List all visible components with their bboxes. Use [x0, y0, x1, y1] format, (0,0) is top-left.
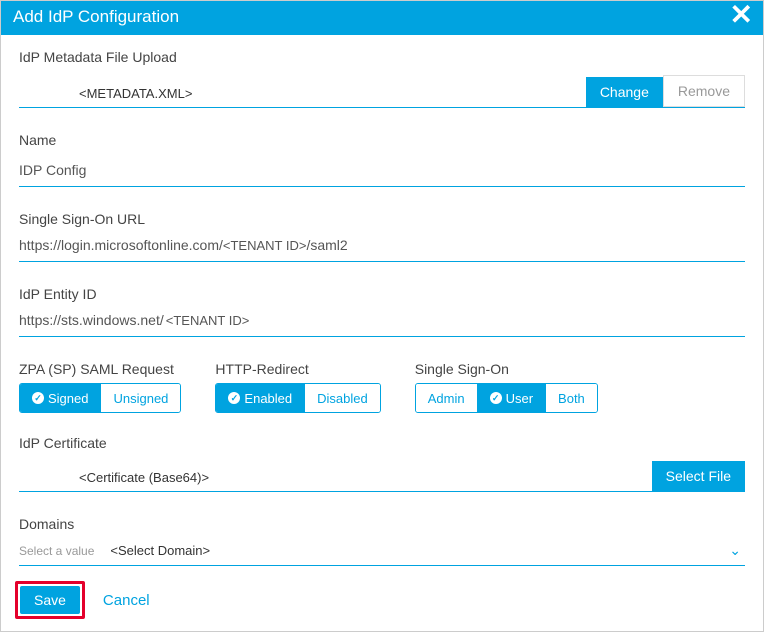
entity-id-value: https://sts.windows.net/ <TENANT ID> [19, 312, 745, 337]
save-button[interactable]: Save [20, 586, 80, 614]
entity-id-section: IdP Entity ID https://sts.windows.net/ <… [19, 286, 745, 337]
entity-id-prefix: https://sts.windows.net/ [19, 312, 166, 328]
certificate-section: IdP Certificate <Certificate (Base64)> S… [19, 435, 745, 492]
sso-admin-option[interactable]: Admin [416, 384, 478, 412]
sso-user-option[interactable]: User [478, 384, 546, 412]
sso-url-section: Single Sign-On URL https://login.microso… [19, 211, 745, 262]
close-icon[interactable]: ✕ [730, 0, 753, 31]
saml-request-label: ZPA (SP) SAML Request [19, 361, 181, 377]
saml-signed-option[interactable]: Signed [20, 384, 101, 412]
sso-url-prefix: https://login.microsoftonline.com/ [19, 237, 223, 253]
name-section: Name [19, 132, 745, 187]
domains-label: Domains [19, 516, 745, 532]
modal-body: IdP Metadata File Upload <METADATA.XML> … [1, 35, 763, 575]
http-redirect-label: HTTP-Redirect [215, 361, 380, 377]
name-label: Name [19, 132, 745, 148]
idp-config-modal: Add IdP Configuration ✕ IdP Metadata Fil… [0, 0, 764, 632]
sso-url-token: <TENANT ID> [223, 237, 307, 253]
sso-group: Single Sign-On Admin User Both [415, 361, 598, 413]
cancel-link[interactable]: Cancel [103, 592, 150, 609]
modal-header: Add IdP Configuration ✕ [1, 1, 763, 35]
name-input[interactable] [19, 158, 745, 187]
metadata-label: IdP Metadata File Upload [19, 49, 745, 65]
sso-both-option[interactable]: Both [546, 384, 597, 412]
metadata-file-row: <METADATA.XML> Change Remove [19, 75, 745, 108]
http-enabled-option[interactable]: Enabled [216, 384, 305, 412]
sso-toggle: Admin User Both [415, 383, 598, 413]
select-file-button[interactable]: Select File [652, 461, 745, 491]
entity-id-token: <TENANT ID> [166, 312, 250, 328]
sso-url-label: Single Sign-On URL [19, 211, 745, 227]
save-highlight: Save [15, 581, 85, 619]
remove-button[interactable]: Remove [663, 75, 745, 107]
certificate-label: IdP Certificate [19, 435, 745, 451]
domains-select[interactable]: Select a value <Select Domain> ⌄ [19, 542, 745, 566]
chevron-down-icon: ⌄ [729, 542, 745, 559]
http-redirect-group: HTTP-Redirect Enabled Disabled [215, 361, 380, 413]
http-redirect-toggle: Enabled Disabled [215, 383, 380, 413]
domains-hint: Select a value [19, 544, 94, 558]
metadata-section: IdP Metadata File Upload <METADATA.XML> … [19, 49, 745, 108]
change-button[interactable]: Change [586, 77, 663, 107]
sso-url-suffix: /saml2 [306, 237, 347, 253]
saml-unsigned-option[interactable]: Unsigned [101, 384, 180, 412]
modal-title: Add IdP Configuration [13, 7, 179, 27]
entity-id-label: IdP Entity ID [19, 286, 745, 302]
http-disabled-option[interactable]: Disabled [305, 384, 380, 412]
saml-request-group: ZPA (SP) SAML Request Signed Unsigned [19, 361, 181, 413]
sso-url-value: https://login.microsoftonline.com/ <TENA… [19, 237, 745, 262]
domains-value: <Select Domain> [110, 543, 729, 558]
certificate-placeholder: <Certificate (Base64)> [19, 464, 652, 491]
saml-request-toggle: Signed Unsigned [19, 383, 181, 413]
certificate-row: <Certificate (Base64)> Select File [19, 461, 745, 492]
domains-section: Domains Select a value <Select Domain> ⌄ [19, 516, 745, 566]
toggle-row: ZPA (SP) SAML Request Signed Unsigned HT… [19, 361, 745, 413]
sso-toggle-label: Single Sign-On [415, 361, 598, 377]
metadata-placeholder: <METADATA.XML> [19, 80, 586, 107]
modal-footer: Save Cancel [1, 575, 763, 631]
